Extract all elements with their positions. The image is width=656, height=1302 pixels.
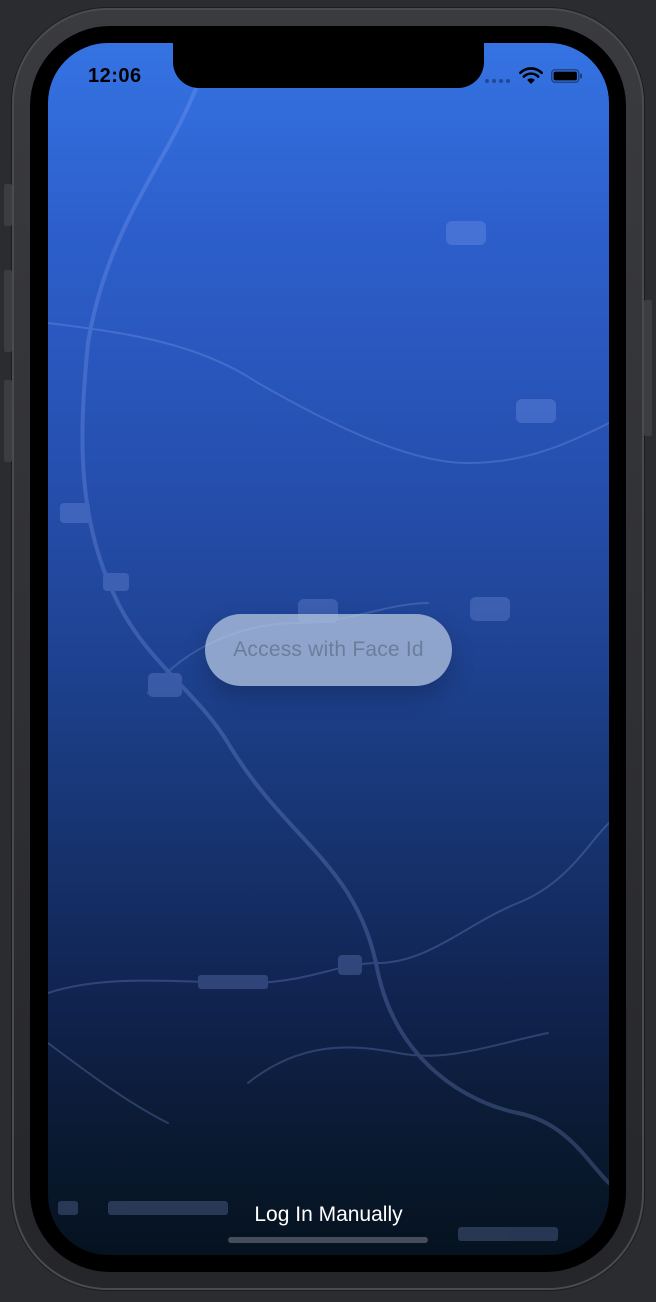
face-id-button[interactable]: Access with Face Id	[205, 614, 452, 686]
home-indicator[interactable]	[228, 1237, 428, 1243]
status-bar-time: 12:06	[88, 65, 142, 87]
cellular-signal-icon	[485, 79, 511, 83]
battery-icon	[551, 69, 582, 83]
status-bar-icons	[465, 67, 585, 87]
silent-switch	[4, 184, 12, 226]
power-button	[644, 300, 652, 436]
app-screen: 12:06 Access with Face Id Log In Manuall…	[48, 43, 609, 1255]
display-notch	[173, 43, 484, 88]
volume-down-button	[4, 380, 12, 462]
wifi-icon	[519, 67, 543, 84]
volume-up-button	[4, 270, 12, 352]
log-in-manually-link[interactable]: Log In Manually	[178, 1198, 479, 1232]
face-id-button-label: Access with Face Id	[233, 638, 424, 661]
